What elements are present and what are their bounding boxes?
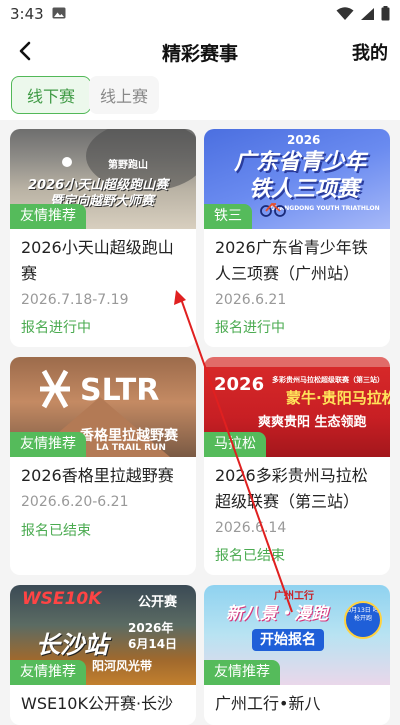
annotation-arrow <box>174 290 293 613</box>
